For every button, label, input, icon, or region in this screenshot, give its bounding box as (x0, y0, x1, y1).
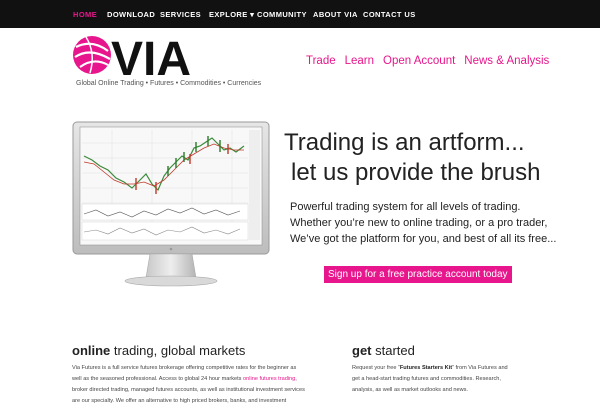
hero-description-line3: We’ve got the platform for you, and best… (290, 233, 557, 245)
nav-download[interactable]: DOWNLOAD (107, 10, 155, 19)
futures-starters-kit-link[interactable]: Futures Starters Kit (400, 365, 452, 371)
get-started-line1: Request your free “Futures Starters Kit”… (352, 365, 508, 371)
secnav-open-account[interactable]: Open Account (383, 55, 455, 67)
nav-services[interactable]: SERVICES (160, 10, 201, 19)
hero-heading-line2: let us provide the brush (291, 159, 541, 186)
online-trading-heading-rest: trading, global markets (110, 343, 246, 358)
get-started-line3: analysis, as well as market outlooks and… (352, 387, 468, 393)
get-started-line2: get a head-start trading futures and com… (352, 376, 501, 382)
hero-heading-line1: Trading is an artform... (284, 129, 525, 156)
hero-description-line1: Powerful trading system for all levels o… (290, 201, 521, 213)
nav-community[interactable]: COMMUNITY (257, 10, 307, 19)
online-trading-line2: well as the seasoned professional. Acces… (72, 376, 297, 382)
secondary-navigation: Trade Learn Open Account News & Analysis (306, 55, 549, 67)
signup-practice-account-button[interactable]: Sign up for a free practice account toda… (324, 266, 512, 283)
online-trading-heading: online trading, global markets (72, 343, 245, 358)
nav-about[interactable]: ABOUT VIA (313, 10, 358, 19)
secnav-news-analysis[interactable]: News & Analysis (464, 55, 549, 67)
online-trading-line1: Via Futures is a full service futures br… (72, 365, 297, 371)
get-started-text: Request your free “Futures Starters Kit”… (352, 363, 592, 396)
nav-explore[interactable]: EXPLORE ▾ (209, 10, 254, 19)
nav-contact[interactable]: CONTACT US (363, 10, 416, 19)
get-started-heading-bold: get (352, 343, 372, 358)
online-trading-heading-bold: online (72, 343, 111, 358)
get-started-heading: get started (352, 343, 415, 358)
trading-platform-monitor-image (72, 118, 270, 290)
hero-heading: Trading is an artform... let us provide … (284, 128, 584, 188)
hero-description: Powerful trading system for all levels o… (290, 199, 590, 247)
online-trading-line3: broker directed trading, managed futures… (72, 387, 305, 393)
brand-tagline: Global Online Trading • Futures • Commod… (76, 80, 262, 87)
nav-home[interactable]: HOME (73, 10, 97, 19)
online-trading-text: Via Futures is a full service futures br… (72, 363, 332, 407)
top-navigation-bar: HOME DOWNLOAD SERVICES EXPLORE ▾ COMMUNI… (0, 0, 600, 28)
online-futures-trading-link[interactable]: online futures trading (243, 376, 295, 382)
via-logo-mark: VIA (73, 33, 191, 83)
get-started-heading-rest: started (371, 343, 415, 358)
hero-description-line2: Whether you’re new to online trading, or… (290, 217, 548, 229)
secnav-trade[interactable]: Trade (306, 55, 336, 67)
online-trading-line4: are our specialty. We offer an alternati… (72, 398, 287, 404)
secnav-learn[interactable]: Learn (345, 55, 374, 67)
logo-wordmark: VIA (111, 33, 191, 83)
